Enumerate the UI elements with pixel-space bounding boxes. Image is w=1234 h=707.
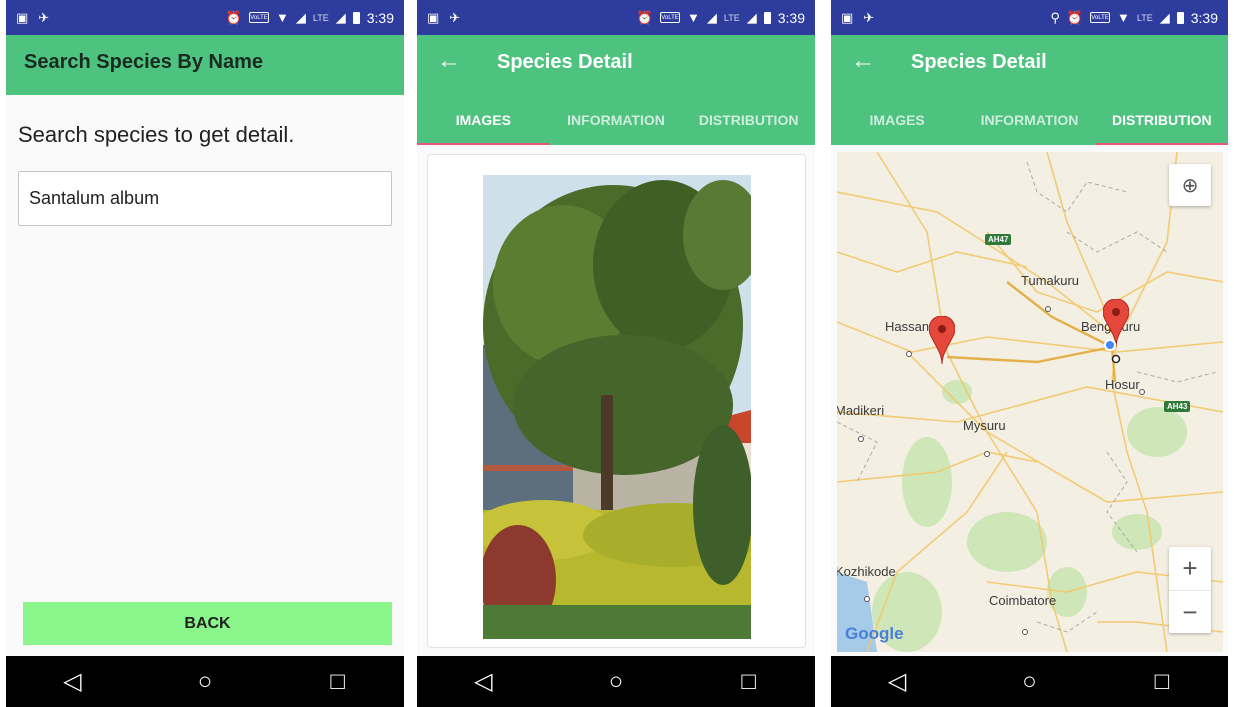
nav-recents-icon[interactable]: □ bbox=[1142, 669, 1182, 694]
signal-icon: ◢ bbox=[706, 10, 717, 25]
map-label-mysuru: Mysuru bbox=[963, 418, 1006, 433]
status-time: 3:39 bbox=[366, 9, 394, 26]
tab-information[interactable]: INFORMATION bbox=[963, 95, 1095, 145]
image-notification-icon: ▣ bbox=[427, 10, 440, 25]
signal-icon: ◢ bbox=[335, 10, 346, 25]
nav-home-icon[interactable]: ○ bbox=[596, 669, 636, 694]
battery-icon bbox=[763, 11, 771, 24]
volte-icon: VoLTE bbox=[660, 12, 681, 23]
nav-home-icon[interactable]: ○ bbox=[185, 669, 225, 694]
tab-distribution[interactable]: DISTRIBUTION bbox=[1095, 95, 1228, 145]
alarm-icon: ⏰ bbox=[1066, 10, 1084, 25]
species-photo[interactable] bbox=[483, 175, 751, 639]
arrow-left-icon[interactable]: ← bbox=[851, 47, 875, 75]
page-title: Species Detail bbox=[911, 51, 1047, 73]
image-card bbox=[427, 154, 806, 648]
status-bar: ▣ ✈ ⚲ ⏰ VoLTE ▼ LTE ◢ 3:39 bbox=[831, 0, 1228, 35]
tab-images[interactable]: IMAGES bbox=[417, 95, 550, 145]
wifi-icon: ▼ bbox=[687, 10, 700, 25]
location-status-icon: ⚲ bbox=[1050, 10, 1060, 25]
system-nav-bar: ◁ ○ □ bbox=[831, 656, 1228, 707]
nav-back-icon[interactable]: ◁ bbox=[52, 669, 92, 694]
status-bar: ▣ ✈ ⏰ VoLTE ▼ ◢ LTE ◢ 3:39 bbox=[6, 0, 404, 35]
plane-notification-icon: ✈ bbox=[449, 10, 461, 25]
system-nav-bar: ◁ ○ □ bbox=[417, 656, 815, 707]
road-badge-ah43: AH43 bbox=[1164, 401, 1191, 412]
current-location-dot bbox=[1104, 339, 1116, 351]
volte-icon: VoLTE bbox=[249, 12, 270, 23]
wifi-icon: ▼ bbox=[1117, 10, 1130, 25]
plane-notification-icon: ✈ bbox=[38, 10, 50, 25]
app-bar: Search Species By Name bbox=[6, 35, 404, 95]
battery-icon bbox=[1176, 11, 1184, 24]
app-bar: ← Species Detail IMAGES INFORMATION DIST… bbox=[417, 35, 815, 145]
google-attribution: Google bbox=[845, 624, 904, 643]
map-pin-icon[interactable] bbox=[929, 316, 955, 364]
plane-notification-icon: ✈ bbox=[863, 10, 875, 25]
road-badge-ah47: AH47 bbox=[985, 234, 1012, 245]
alarm-icon: ⏰ bbox=[636, 10, 654, 25]
tab-bar: IMAGES INFORMATION DISTRIBUTION bbox=[417, 95, 815, 145]
map-label-kozhikode: Kozhikode bbox=[837, 564, 896, 579]
zoom-control: + − bbox=[1169, 547, 1211, 633]
system-nav-bar: ◁ ○ □ bbox=[6, 656, 404, 707]
signal-icon: ◢ bbox=[1159, 10, 1170, 25]
signal-icon: ◢ bbox=[295, 10, 306, 25]
screen-species-images: ▣ ✈ ⏰ VoLTE ▼ ◢ LTE ◢ 3:39 ← Species Det… bbox=[417, 0, 815, 707]
lte-label: LTE bbox=[723, 12, 740, 23]
nav-back-icon[interactable]: ◁ bbox=[463, 669, 503, 694]
image-notification-icon: ▣ bbox=[16, 10, 29, 25]
my-location-icon[interactable]: ⊕ bbox=[1169, 164, 1211, 206]
volte-icon: VoLTE bbox=[1090, 12, 1111, 23]
status-bar: ▣ ✈ ⏰ VoLTE ▼ ◢ LTE ◢ 3:39 bbox=[417, 0, 815, 35]
signal-icon: ◢ bbox=[746, 10, 757, 25]
page-title: Species Detail bbox=[497, 51, 633, 73]
nav-recents-icon[interactable]: □ bbox=[318, 669, 358, 694]
wifi-icon: ▼ bbox=[276, 10, 289, 25]
map-label-madikeri: Madikeri bbox=[837, 403, 885, 418]
nav-recents-icon[interactable]: □ bbox=[729, 669, 769, 694]
lte-label: LTE bbox=[1136, 12, 1153, 23]
distribution-map[interactable]: Tumakuru Hassan Bengaluru Hosur Madikeri… bbox=[837, 152, 1223, 652]
tab-bar: IMAGES INFORMATION DISTRIBUTION bbox=[831, 95, 1228, 145]
search-prompt: Search species to get detail. bbox=[18, 122, 295, 147]
map-label-coimbatore: Coimbatore bbox=[989, 593, 1057, 608]
back-button[interactable]: BACK bbox=[23, 602, 392, 645]
map-label-hosur: Hosur bbox=[1105, 377, 1140, 392]
map-label-tumakuru: Tumakuru bbox=[1021, 273, 1080, 288]
zoom-in-button[interactable]: + bbox=[1169, 547, 1211, 590]
page-title: Search Species By Name bbox=[24, 51, 264, 73]
status-time: 3:39 bbox=[777, 9, 805, 26]
status-time: 3:39 bbox=[1190, 9, 1218, 26]
tab-information[interactable]: INFORMATION bbox=[550, 95, 683, 145]
screen-search-species: ▣ ✈ ⏰ VoLTE ▼ ◢ LTE ◢ 3:39 Search Specie… bbox=[6, 0, 404, 707]
screen-species-distribution: ▣ ✈ ⚲ ⏰ VoLTE ▼ LTE ◢ 3:39 ← Species Det… bbox=[831, 0, 1228, 707]
nav-back-icon[interactable]: ◁ bbox=[877, 669, 917, 694]
zoom-out-button[interactable]: − bbox=[1169, 590, 1211, 633]
tab-images[interactable]: IMAGES bbox=[831, 95, 963, 145]
species-search-input[interactable]: Santalum album bbox=[18, 171, 392, 226]
tab-distribution[interactable]: DISTRIBUTION bbox=[682, 95, 815, 145]
image-notification-icon: ▣ bbox=[841, 10, 854, 25]
battery-icon bbox=[352, 11, 360, 24]
app-bar: ← Species Detail IMAGES INFORMATION DIST… bbox=[831, 35, 1228, 145]
arrow-left-icon[interactable]: ← bbox=[437, 47, 461, 75]
lte-label: LTE bbox=[312, 12, 329, 23]
alarm-icon: ⏰ bbox=[225, 10, 243, 25]
nav-home-icon[interactable]: ○ bbox=[1009, 669, 1049, 694]
map-label-hassan: Hassan bbox=[885, 319, 930, 334]
